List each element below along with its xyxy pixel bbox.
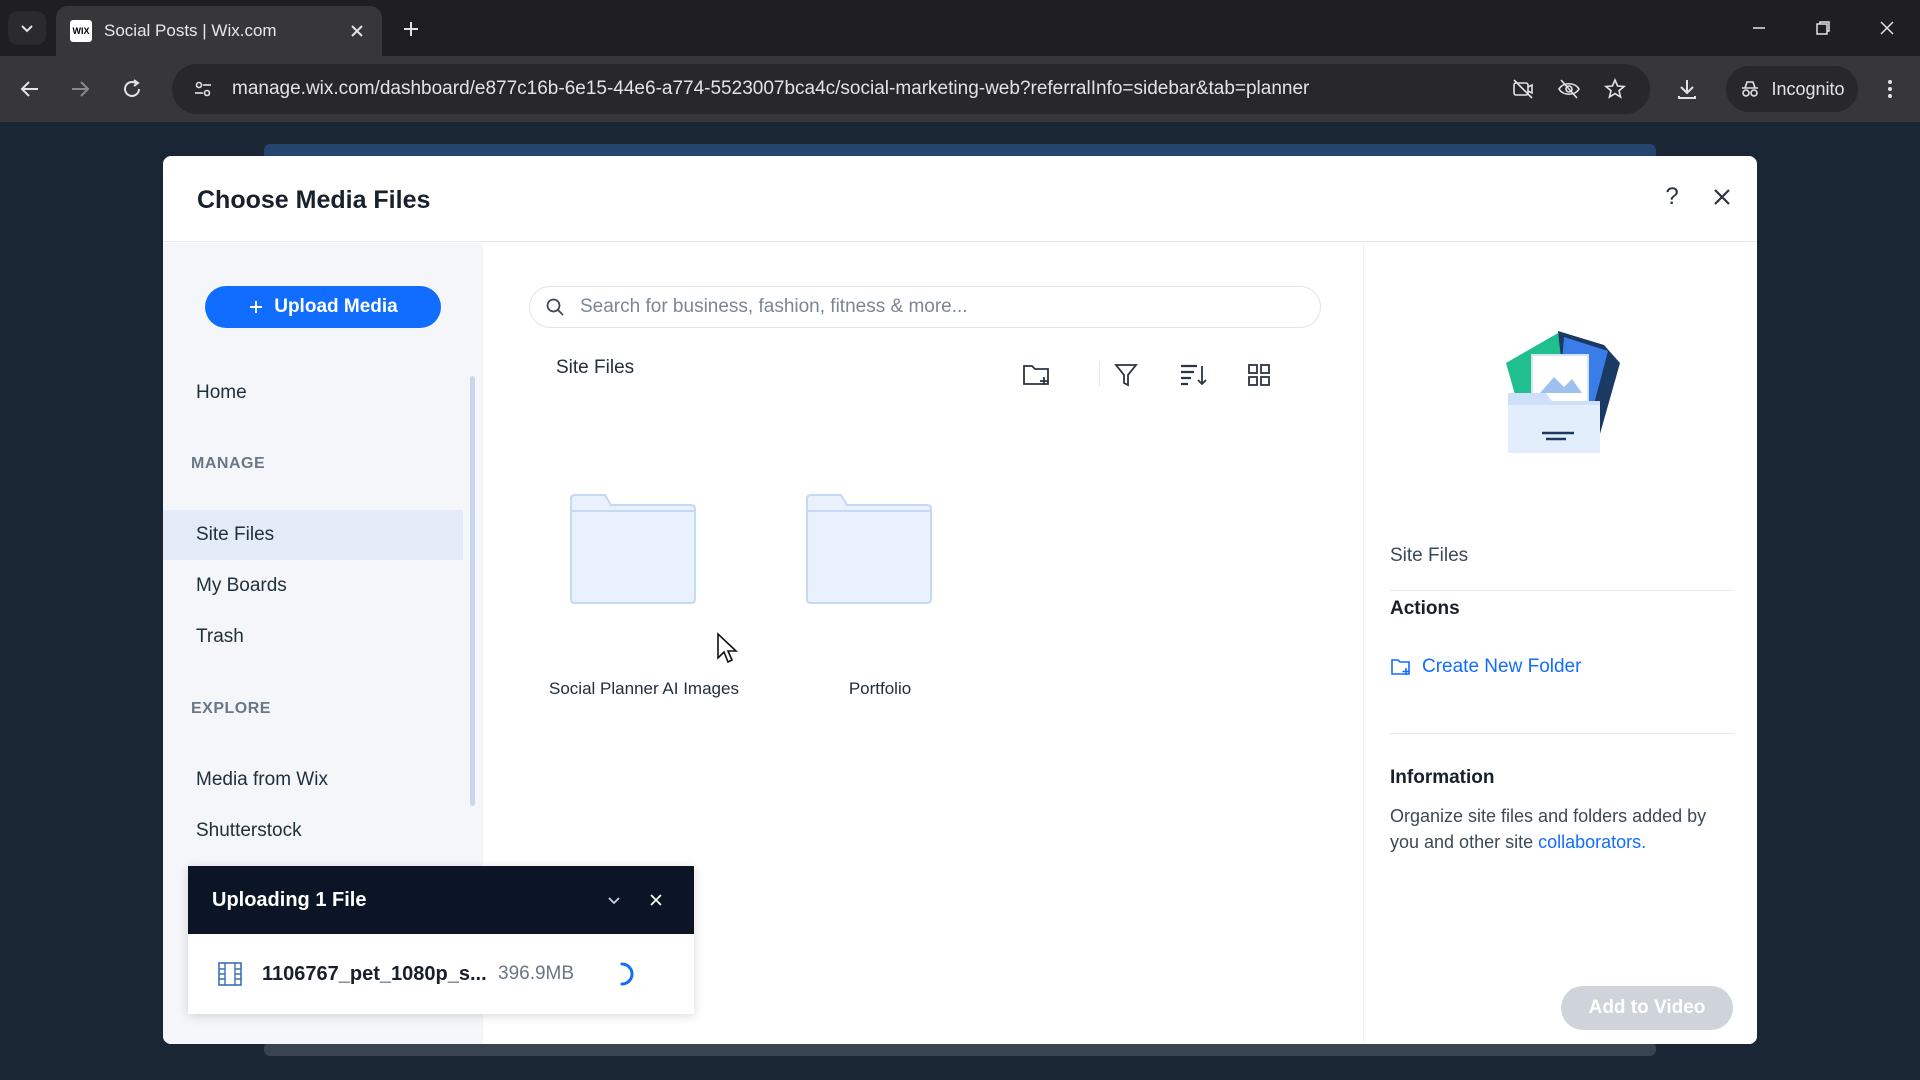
- video-file-icon: [216, 960, 244, 988]
- upload-panel-header: Uploading 1 File: [188, 866, 694, 934]
- add-to-video-button[interactable]: Add to Video: [1561, 986, 1733, 1030]
- folder-icon: [570, 494, 696, 604]
- address-bar[interactable]: manage.wix.com/dashboard/e877c16b-6e15-4…: [172, 64, 1650, 114]
- close-upload-button[interactable]: [642, 886, 670, 914]
- browser-tabbar: WIX Social Posts | Wix.com: [0, 0, 1920, 56]
- chevron-down-icon: [608, 897, 620, 905]
- incognito-badge[interactable]: Incognito: [1726, 66, 1858, 112]
- sidebar-item-site-files[interactable]: Site Files: [163, 510, 463, 560]
- info-panel: Site Files Actions Create New Folder Inf…: [1363, 243, 1757, 1044]
- sort-icon: [1181, 364, 1207, 386]
- incognito-label: Incognito: [1771, 78, 1845, 99]
- collapse-upload-button[interactable]: [600, 886, 628, 914]
- modal-header: Choose Media Files ?: [163, 156, 1757, 242]
- reload-button[interactable]: [114, 71, 150, 107]
- modal-close-button[interactable]: [1703, 178, 1741, 216]
- folder-item[interactable]: Social Planner AI Images: [529, 493, 759, 713]
- folder-icon: [806, 494, 932, 604]
- forward-button[interactable]: [62, 71, 98, 107]
- folder-plus-icon: [1023, 365, 1049, 385]
- sort-button[interactable]: [1175, 357, 1211, 393]
- sidebar-item-shutterstock[interactable]: Shutterstock: [163, 806, 463, 856]
- background-footer-bar: [264, 1042, 1656, 1056]
- site-info-icon[interactable]: [190, 76, 216, 102]
- upload-file-size: 396.9MB: [498, 963, 575, 984]
- info-divider: [1390, 590, 1734, 591]
- filter-button[interactable]: [1108, 357, 1144, 393]
- back-button[interactable]: [12, 71, 48, 107]
- search-icon: [544, 296, 566, 318]
- upload-progress-panel: Uploading 1 File 1106767_pet_1080p_s... …: [188, 866, 694, 1014]
- information-heading: Information: [1390, 767, 1495, 788]
- loading-spinner-icon: [608, 960, 636, 988]
- upload-media-button[interactable]: Upload Media: [205, 286, 441, 328]
- close-icon: [351, 25, 363, 37]
- minimize-button[interactable]: [1734, 8, 1784, 48]
- new-folder-button[interactable]: [1019, 357, 1055, 393]
- browser-tab[interactable]: WIX Social Posts | Wix.com: [56, 6, 382, 56]
- download-icon[interactable]: [1670, 72, 1704, 106]
- arrow-right-icon: [72, 81, 90, 97]
- modal-title: Choose Media Files: [197, 186, 431, 214]
- information-text: Organize site files and folders added by…: [1390, 803, 1734, 855]
- tab-search-button[interactable]: [8, 11, 46, 45]
- eye-off-icon[interactable]: [1552, 72, 1586, 106]
- reload-icon: [124, 79, 140, 97]
- search-input[interactable]: [580, 296, 1306, 318]
- filter-icon: [1114, 364, 1138, 387]
- incognito-icon: [1742, 81, 1759, 97]
- camera-off-icon[interactable]: [1506, 72, 1540, 106]
- sidebar-item-trash[interactable]: Trash: [163, 612, 463, 662]
- toolbar-divider: [1099, 361, 1100, 387]
- window-close-button[interactable]: [1862, 8, 1912, 48]
- sidebar-item-media-from-wix[interactable]: Media from Wix: [163, 755, 463, 805]
- folder-plus-icon: [1391, 659, 1410, 675]
- grid-view-button[interactable]: [1241, 357, 1277, 393]
- upload-panel-title: Uploading 1 File: [212, 888, 367, 911]
- help-button[interactable]: ?: [1655, 180, 1689, 214]
- upload-file-row: 1106767_pet_1080p_s... 396.9MB: [188, 934, 694, 1014]
- grid-icon: [1248, 364, 1270, 386]
- create-new-folder-label: Create New Folder: [1422, 656, 1582, 677]
- restore-button[interactable]: [1798, 8, 1848, 48]
- mouse-cursor-icon: [717, 632, 738, 664]
- close-icon: [1714, 189, 1730, 205]
- star-icon[interactable]: [1598, 72, 1632, 106]
- media-search[interactable]: [529, 286, 1321, 328]
- arrow-left-icon: [20, 81, 38, 97]
- sidebar-scrollbar[interactable]: [470, 376, 475, 806]
- breadcrumb: Site Files: [556, 357, 635, 378]
- browser-toolbar: manage.wix.com/dashboard/e877c16b-6e15-4…: [0, 56, 1920, 122]
- wix-favicon-icon: WIX: [70, 20, 92, 42]
- more-vertical-icon: [1888, 80, 1892, 98]
- new-tab-button[interactable]: [396, 14, 426, 44]
- help-icon: ?: [1665, 183, 1679, 210]
- upload-file-name: 1106767_pet_1080p_s...: [262, 962, 487, 985]
- url-text: manage.wix.com/dashboard/e877c16b-6e15-4…: [232, 78, 1310, 99]
- site-files-illustration-icon: [1506, 331, 1620, 453]
- folder-item[interactable]: Portfolio: [765, 493, 995, 713]
- minimize-icon: [1753, 27, 1765, 29]
- info-folder-name: Site Files: [1390, 545, 1469, 566]
- upload-media-label: Upload Media: [274, 296, 398, 317]
- sidebar-item-my-boards[interactable]: My Boards: [163, 561, 463, 611]
- folder-label: Social Planner AI Images: [549, 679, 739, 698]
- section-explore: EXPLORE: [191, 700, 271, 717]
- close-icon: [1880, 21, 1894, 35]
- info-divider: [1390, 733, 1734, 734]
- restore-icon: [1816, 21, 1830, 35]
- sidebar-item-home[interactable]: Home: [163, 368, 463, 418]
- browser-menu-button[interactable]: [1873, 72, 1907, 106]
- folder-label: Portfolio: [848, 679, 912, 698]
- tab-close-button[interactable]: [346, 20, 368, 42]
- create-new-folder-link[interactable]: Create New Folder: [1390, 656, 1581, 678]
- actions-heading: Actions: [1390, 598, 1460, 619]
- tab-title: Social Posts | Wix.com: [104, 21, 277, 40]
- plus-icon: [404, 22, 418, 36]
- chevron-down-icon: [21, 25, 33, 33]
- collaborators-link[interactable]: collaborators.: [1538, 832, 1646, 852]
- section-manage: MANAGE: [191, 455, 266, 472]
- close-icon: [650, 894, 662, 906]
- plus-icon: [250, 301, 263, 313]
